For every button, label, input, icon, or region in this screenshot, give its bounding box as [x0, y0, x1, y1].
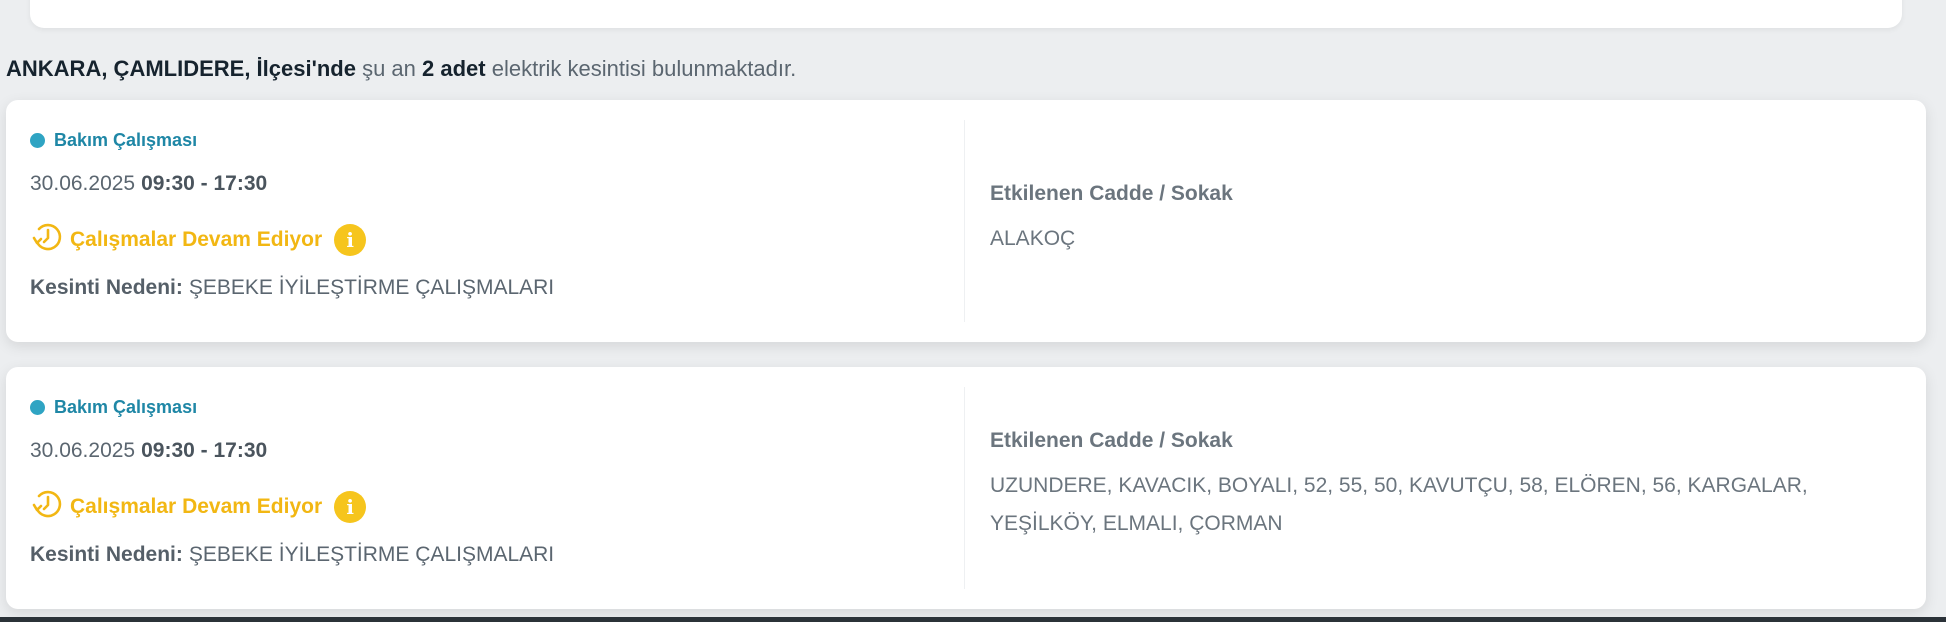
- outage-summary: ANKARA, ÇAMLIDERE, İlçesi'nde şu an 2 ad…: [6, 56, 796, 82]
- streets-title: Etkilenen Cadde / Sokak: [990, 429, 1233, 452]
- streets-value: UZUNDERE, KAVACIK, BOYALI, 52, 55, 50, K…: [990, 474, 1808, 535]
- outage-date: 30.06.2025: [30, 172, 136, 195]
- outage-status: Çalışmalar Devam Ediyor i: [30, 220, 367, 259]
- column-divider: [964, 387, 965, 589]
- outage-datetime: 30.06.2025 09:30 - 17:30: [30, 439, 267, 463]
- outage-status-label: Çalışmalar Devam Ediyor: [70, 494, 323, 518]
- status-dot-icon: [30, 133, 45, 148]
- outage-time: 09:30 - 17:30: [141, 172, 268, 195]
- affected-streets: Etkilenen Cadde / Sokak ALAKOÇ: [990, 100, 1886, 342]
- reason-value: ŞEBEKE İYİLEŞTİRME ÇALIŞMALARI: [188, 276, 555, 299]
- clock-history-icon: [30, 487, 64, 526]
- outage-reason: Kesinti Nedeni: ŞEBEKE İYİLEŞTİRME ÇALIŞM…: [30, 543, 554, 567]
- reason-label: Kesinti Nedeni:: [30, 276, 183, 299]
- outage-details: Bakım Çalışması 30.06.2025 09:30 - 17:30 …: [30, 367, 960, 609]
- summary-location: ANKARA, ÇAMLIDERE, İlçesi'nde: [6, 56, 356, 81]
- streets-value: ALAKOÇ: [990, 227, 1076, 250]
- outage-status: Çalışmalar Devam Ediyor i: [30, 487, 367, 526]
- summary-prefix: şu an: [362, 56, 416, 81]
- outage-type-label: Bakım Çalışması: [54, 397, 198, 417]
- outage-details: Bakım Çalışması 30.06.2025 09:30 - 17:30 …: [30, 100, 960, 342]
- status-dot-icon: [30, 400, 45, 415]
- summary-suffix: elektrik kesintisi bulunmaktadır.: [491, 56, 797, 81]
- outage-datetime: 30.06.2025 09:30 - 17:30: [30, 172, 267, 196]
- outage-time: 09:30 - 17:30: [141, 439, 268, 462]
- info-icon[interactable]: i: [334, 490, 367, 523]
- column-divider: [964, 120, 965, 322]
- clock-history-icon: [30, 220, 64, 259]
- reason-value: ŞEBEKE İYİLEŞTİRME ÇALIŞMALARI: [188, 543, 555, 566]
- outage-card: Bakım Çalışması 30.06.2025 09:30 - 17:30 …: [6, 367, 1926, 609]
- affected-streets: Etkilenen Cadde / Sokak UZUNDERE, KAVACI…: [990, 367, 1886, 609]
- outage-type: Bakım Çalışması: [30, 397, 197, 418]
- info-icon[interactable]: i: [334, 223, 367, 256]
- outage-card: Bakım Çalışması 30.06.2025 09:30 - 17:30 …: [6, 100, 1926, 342]
- outage-date: 30.06.2025: [30, 439, 136, 462]
- previous-card: [30, 0, 1902, 28]
- outage-type-label: Bakım Çalışması: [54, 130, 198, 150]
- outage-reason: Kesinti Nedeni: ŞEBEKE İYİLEŞTİRME ÇALIŞM…: [30, 276, 554, 300]
- page-bottom-edge: [0, 617, 1946, 622]
- summary-count: 2 adet: [422, 56, 486, 81]
- streets-title: Etkilenen Cadde / Sokak: [990, 182, 1233, 205]
- outage-status-label: Çalışmalar Devam Ediyor: [70, 227, 323, 251]
- outage-type: Bakım Çalışması: [30, 130, 197, 151]
- reason-label: Kesinti Nedeni:: [30, 543, 183, 566]
